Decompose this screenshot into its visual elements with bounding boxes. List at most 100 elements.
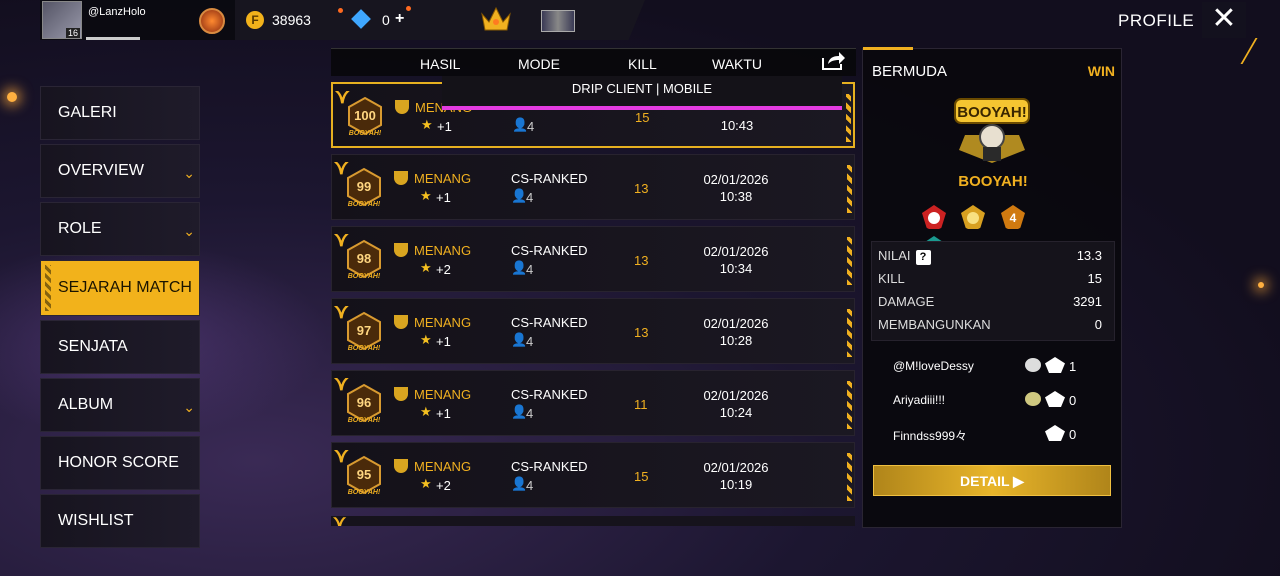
badge-caption: BOOYAH! xyxy=(347,273,381,280)
pet-icon xyxy=(1025,358,1041,372)
vip-card-icon[interactable] xyxy=(541,10,575,32)
sidebar-item-label: SENJATA xyxy=(58,338,128,355)
sidebar-item-role[interactable]: ROLE ⌄ xyxy=(40,202,200,256)
trophy-icon xyxy=(394,315,408,329)
star-icon: ★ xyxy=(421,117,433,132)
match-mode: CS-RANKED xyxy=(511,315,588,330)
row-stripe xyxy=(847,165,852,213)
star-icon: ★ xyxy=(420,188,432,203)
match-number: 98 xyxy=(356,251,372,266)
sidebar-item-label: ROLE xyxy=(58,220,102,237)
stat-value: 3291 xyxy=(1073,294,1102,309)
squad-member-name: @M!loveDessy xyxy=(893,359,974,373)
match-number: 99 xyxy=(356,179,372,194)
share-icon[interactable] xyxy=(820,50,846,72)
stat-row: MEMBANGUNKAN 0 xyxy=(878,317,1108,340)
overlay-banner: DRIP CLIENT | MOBILE xyxy=(442,76,842,110)
column-header-mode: MODE xyxy=(518,56,560,72)
kill-count: 13 xyxy=(634,181,649,196)
person-icon: 👤 xyxy=(511,260,528,275)
row-stripe xyxy=(846,94,851,142)
match-list-header: HASIL MODE KILL WAKTU xyxy=(331,48,856,76)
match-row[interactable]: ⋎ 96 BOOYAH! MENANG ★ +1 CS-RANKED 👤 4 11 02/01/20… xyxy=(331,370,855,436)
sidebar-item-galeri[interactable]: GALERI xyxy=(40,86,200,140)
chevron-down-icon: ⌄ xyxy=(183,165,195,181)
player-level: 16 xyxy=(65,28,80,38)
stats-table: NILAI? 13.3 KILL 15 DAMAGE 3291 MEMBANGUNKA… xyxy=(871,241,1115,341)
match-date: 02/01/2026 xyxy=(703,388,769,403)
squad-member-row[interactable]: Finndss999々 0 xyxy=(871,417,1115,451)
kill-skull-icon xyxy=(1045,425,1065,441)
match-number: 97 xyxy=(356,323,372,338)
avatar[interactable]: 16 xyxy=(42,1,82,39)
person-icon: 👤 xyxy=(511,332,528,347)
match-number-badge: 98 BOOYAH! xyxy=(344,239,384,280)
sidebar-item-honor-score[interactable]: HONOR SCORE xyxy=(40,436,200,490)
stat-label: MEMBANGUNKAN xyxy=(878,317,991,332)
sidebar-item-label: SEJARAH MATCH xyxy=(58,279,192,296)
match-number-badge: 97 BOOYAH! xyxy=(344,311,384,352)
top-bar: 16 @LanzHolo F 38963 0 + PROFILE ✕ xyxy=(0,0,1280,64)
rank-badge-icon[interactable] xyxy=(199,8,225,34)
detail-button[interactable]: DETAIL ▶ xyxy=(873,465,1111,496)
squad-member-kills: 1 xyxy=(1069,359,1077,374)
column-header-hasil: HASIL xyxy=(420,56,461,72)
trophy-icon xyxy=(394,243,408,257)
player-count: 4 xyxy=(526,334,534,349)
person-icon: 👤 xyxy=(511,476,528,491)
sidebar-item-overview[interactable]: OVERVIEW ⌄ xyxy=(40,144,200,198)
rank-points: +1 xyxy=(436,406,451,421)
match-date: 02/01/2026 xyxy=(703,316,769,331)
rank-points: +2 xyxy=(436,478,451,493)
sidebar-item-sejarah-match[interactable]: SEJARAH MATCH xyxy=(40,260,200,316)
kill-count: 11 xyxy=(634,397,648,412)
sidebar-item-senjata[interactable]: SENJATA xyxy=(40,320,200,374)
close-button[interactable]: ✕ xyxy=(1202,2,1246,38)
kill-count: 13 xyxy=(634,325,649,340)
match-number: 95 xyxy=(356,467,372,482)
corner-decoration xyxy=(1224,38,1258,64)
squad-member-row[interactable]: Ariyadiii!!! 0 xyxy=(871,383,1115,417)
sidebar-item-album[interactable]: ALBUM ⌄ xyxy=(40,378,200,432)
rank-points: +1 xyxy=(437,119,452,134)
panel-accent-line xyxy=(863,47,913,50)
medal-4-number: 4 xyxy=(1010,211,1017,225)
stat-label: DAMAGE xyxy=(878,294,935,309)
match-row[interactable]: ⋎ 97 BOOYAH! MENANG ★ +1 CS-RANKED 👤 4 13 02/01/20… xyxy=(331,298,855,364)
match-number: 100 xyxy=(354,108,376,123)
match-result: MENANG xyxy=(414,243,472,258)
match-row[interactable]: ⋎ 95 BOOYAH! MENANG ★ +2 CS-RANKED 👤 4 15 02/01/20… xyxy=(331,442,855,508)
squad-member-row[interactable]: @M!loveDessy 1 xyxy=(871,349,1115,383)
player-count: 4 xyxy=(526,478,534,493)
match-number: 96 xyxy=(356,395,372,410)
background-lamp xyxy=(1258,282,1264,288)
match-date: 02/01/2026 xyxy=(703,460,769,475)
match-time: 10:24 xyxy=(719,405,753,420)
match-mode: CS-RANKED xyxy=(511,387,588,402)
crown-icon[interactable] xyxy=(480,6,512,34)
badge-caption: BOOYAH! xyxy=(348,130,382,137)
match-time: 10:34 xyxy=(719,261,753,276)
gold-medal-icon xyxy=(961,205,986,229)
match-time: 10:28 xyxy=(719,333,753,348)
match-time: 10:38 xyxy=(719,189,753,204)
match-result: MENANG xyxy=(414,171,472,186)
column-header-kill: KILL xyxy=(628,56,657,72)
match-row[interactable]: ⋎ 99 BOOYAH! MENANG ★ +1 CS-RANKED 👤 4 13 02/01/20… xyxy=(331,154,855,220)
sidebar-item-label: GALERI xyxy=(58,104,117,121)
stat-label: KILL xyxy=(878,271,905,286)
match-date: 02/01/2026 xyxy=(703,172,769,187)
sidebar-item-label: HONOR SCORE xyxy=(58,454,179,471)
match-row[interactable]: ⋎ 98 BOOYAH! MENANG ★ +2 CS-RANKED 👤 4 13 02/01/20… xyxy=(331,226,855,292)
player-count: 4 xyxy=(526,190,534,205)
list-item[interactable]: ⋎ xyxy=(331,516,855,526)
diamond-balance: 0 xyxy=(382,12,390,28)
player-count: 4 xyxy=(527,119,535,134)
sidebar-item-label: OVERVIEW xyxy=(58,162,144,179)
sidebar-item-wishlist[interactable]: WISHLIST xyxy=(40,494,200,548)
trophy-icon xyxy=(395,100,409,114)
background-lamp xyxy=(7,92,17,102)
booyah-art-text: BOOYAH! xyxy=(957,104,1026,121)
help-icon[interactable]: ? xyxy=(915,250,931,265)
topup-button[interactable]: + xyxy=(395,10,404,28)
